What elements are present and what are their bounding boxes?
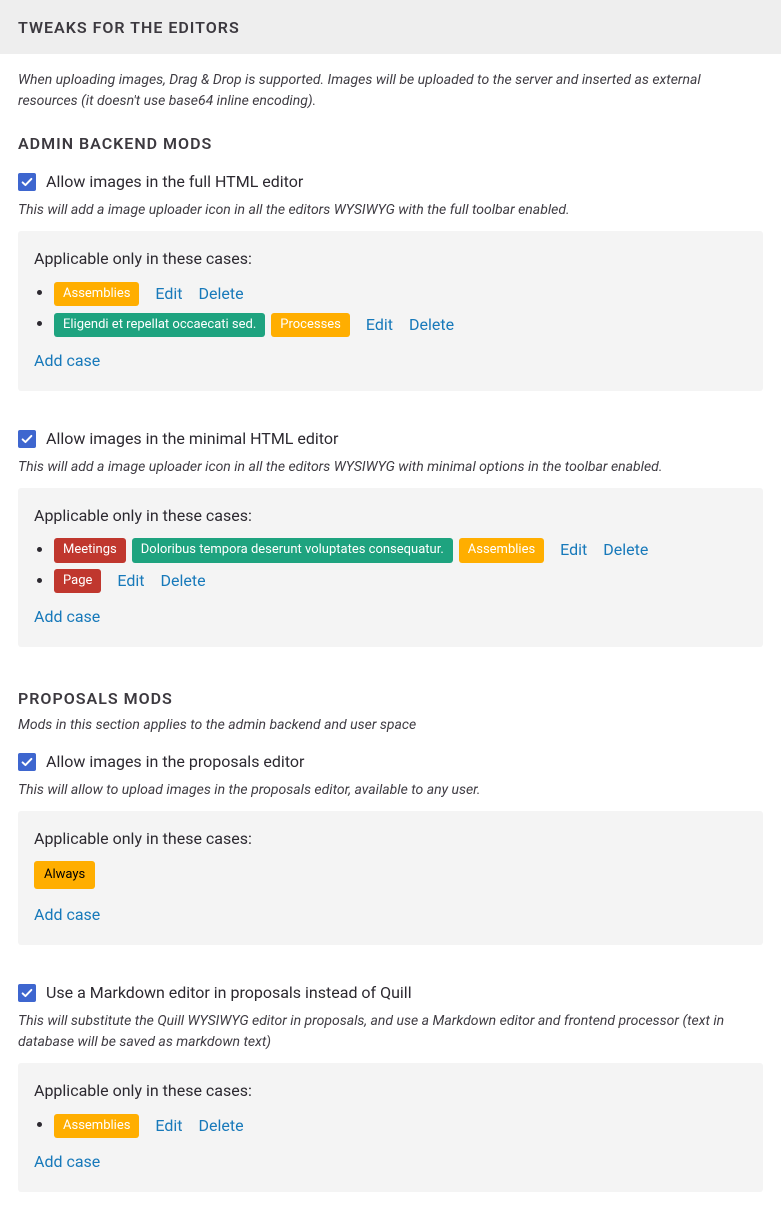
setting-full-editor: Allow images in the full HTML editor Thi… — [18, 170, 763, 391]
edit-link[interactable]: Edit — [366, 313, 393, 337]
check-icon — [20, 175, 34, 189]
setting-help: This will substitute the Quill WYSIWYG e… — [18, 1011, 763, 1053]
case-item: Eligendi et repellat occaecati sed. Proc… — [54, 312, 747, 337]
content: When uploading images, Drag & Drop is su… — [0, 70, 781, 1212]
setting-proposals-images: Allow images in the proposals editor Thi… — [18, 750, 763, 945]
case-item: Page Edit Delete — [54, 569, 747, 594]
cases-list: Assemblies Edit Delete — [34, 1113, 747, 1138]
delete-link[interactable]: Delete — [161, 569, 206, 593]
cases-box: Applicable only in these cases: Meetings… — [18, 488, 763, 648]
add-case-link[interactable]: Add case — [34, 905, 100, 924]
page-header: TWEAKS FOR THE EDITORS — [0, 0, 781, 54]
checkbox-full-editor[interactable] — [18, 173, 36, 191]
checkbox-proposals-markdown[interactable] — [18, 984, 36, 1002]
cases-list: Assemblies Edit Delete Eligendi et repel… — [34, 281, 747, 337]
tag-scope: Doloribus tempora deserunt voluptates co… — [132, 538, 453, 562]
add-case-link[interactable]: Add case — [34, 1152, 100, 1171]
check-icon — [20, 986, 34, 1000]
edit-link[interactable]: Edit — [155, 282, 182, 306]
cases-list: Meetings Doloribus tempora deserunt volu… — [34, 538, 747, 594]
tag-meetings: Meetings — [54, 538, 126, 562]
setting-help: This will allow to upload images in the … — [18, 780, 763, 801]
edit-link[interactable]: Edit — [117, 569, 144, 593]
section-desc-proposals: Mods in this section applies to the admi… — [18, 715, 763, 736]
delete-link[interactable]: Delete — [603, 538, 648, 562]
tag-assemblies: Assemblies — [54, 282, 139, 306]
case-item: Assemblies Edit Delete — [54, 1113, 747, 1138]
setting-label: Use a Markdown editor in proposals inste… — [46, 981, 412, 1005]
cases-title: Applicable only in these cases: — [34, 247, 747, 271]
cases-title: Applicable only in these cases: — [34, 504, 747, 528]
tag-page: Page — [54, 569, 101, 593]
setting-label: Allow images in the minimal HTML editor — [46, 427, 338, 451]
setting-label: Allow images in the full HTML editor — [46, 170, 303, 194]
cases-box: Applicable only in these cases: Assembli… — [18, 231, 763, 391]
check-icon — [20, 432, 34, 446]
cases-title: Applicable only in these cases: — [34, 1079, 747, 1103]
cases-box: Applicable only in these cases: Assembli… — [18, 1063, 763, 1192]
setting-minimal-editor: Allow images in the minimal HTML editor … — [18, 427, 763, 648]
intro-text: When uploading images, Drag & Drop is su… — [18, 70, 763, 112]
case-item: Meetings Doloribus tempora deserunt volu… — [54, 538, 747, 563]
check-icon — [20, 755, 34, 769]
page-title: TWEAKS FOR THE EDITORS — [18, 16, 763, 40]
always-tag: Always — [34, 861, 95, 889]
cases-title: Applicable only in these cases: — [34, 827, 747, 851]
section-title-proposals: PROPOSALS MODS — [18, 687, 763, 711]
cases-box: Applicable only in these cases: Always A… — [18, 811, 763, 945]
tag-processes: Processes — [271, 313, 350, 337]
tag-assemblies: Assemblies — [54, 1114, 139, 1138]
edit-link[interactable]: Edit — [155, 1114, 182, 1138]
setting-proposals-markdown: Use a Markdown editor in proposals inste… — [18, 981, 763, 1192]
checkbox-minimal-editor[interactable] — [18, 430, 36, 448]
add-case-link[interactable]: Add case — [34, 351, 100, 370]
edit-link[interactable]: Edit — [560, 538, 587, 562]
add-case-link[interactable]: Add case — [34, 607, 100, 626]
delete-link[interactable]: Delete — [199, 282, 244, 306]
setting-help: This will add a image uploader icon in a… — [18, 200, 763, 221]
tag-scope: Eligendi et repellat occaecati sed. — [54, 313, 265, 337]
section-title-admin: ADMIN BACKEND MODS — [18, 132, 763, 156]
checkbox-proposals-images[interactable] — [18, 753, 36, 771]
setting-label: Allow images in the proposals editor — [46, 750, 304, 774]
case-item: Assemblies Edit Delete — [54, 281, 747, 306]
delete-link[interactable]: Delete — [409, 313, 454, 337]
tag-assemblies: Assemblies — [459, 538, 544, 562]
setting-help: This will add a image uploader icon in a… — [18, 457, 763, 478]
delete-link[interactable]: Delete — [199, 1114, 244, 1138]
